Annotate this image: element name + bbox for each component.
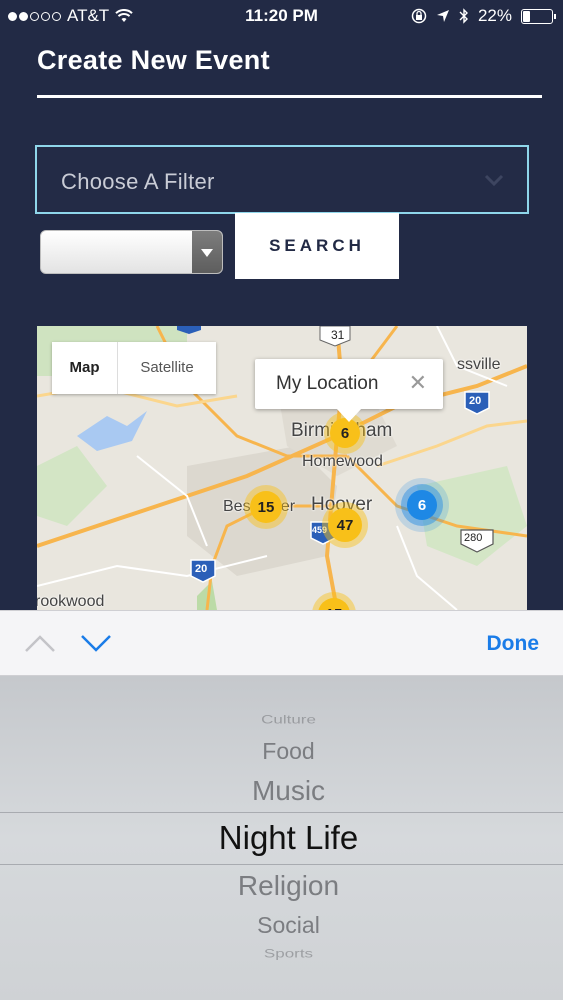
chevron-down-icon[interactable] bbox=[80, 633, 112, 653]
my-location-callout[interactable]: My Location ✕ bbox=[255, 359, 443, 422]
title-divider bbox=[37, 95, 542, 98]
bluetooth-icon bbox=[459, 8, 468, 24]
map-cluster-hoover[interactable]: 47 bbox=[328, 508, 362, 542]
map-label-homewood: Homewood bbox=[302, 453, 383, 470]
callout-title: My Location bbox=[276, 373, 379, 394]
picker-item-sports[interactable]: Sports bbox=[0, 947, 563, 961]
route-31-label: 31 bbox=[331, 328, 345, 342]
map-type-control: Map Satellite bbox=[52, 342, 216, 394]
close-icon[interactable]: ✕ bbox=[409, 370, 427, 396]
picker-selection-bottom-line bbox=[0, 864, 563, 865]
map-cluster-birmingham[interactable]: 6 bbox=[330, 418, 360, 448]
chevron-down-icon bbox=[484, 174, 504, 187]
category-picker[interactable]: Culture Food Music Night Life Religion S… bbox=[0, 676, 563, 1000]
search-button[interactable]: SEARCH bbox=[235, 213, 399, 279]
location-arrow-icon bbox=[436, 10, 449, 22]
filter-placeholder: Choose A Filter bbox=[61, 169, 215, 194]
status-right: 22% bbox=[411, 6, 556, 26]
filter-dropdown[interactable]: Choose A Filter bbox=[35, 145, 529, 214]
picker-item-music[interactable]: Music bbox=[0, 775, 563, 807]
route-459-label: 459 bbox=[312, 525, 328, 535]
select-arrow-icon bbox=[192, 231, 222, 273]
picker-item-selected[interactable]: Night Life bbox=[0, 819, 563, 857]
route-280-label: 280 bbox=[464, 532, 483, 544]
picker-item-religion[interactable]: Religion bbox=[0, 870, 563, 902]
map-label-brookwood: rookwood bbox=[37, 593, 105, 610]
orientation-lock-icon bbox=[411, 8, 427, 24]
map-cluster-blue[interactable]: 6 bbox=[407, 490, 437, 520]
status-bar: AT&T 11:20 PM 22% bbox=[0, 0, 563, 34]
route-20-right-label: 20 bbox=[469, 395, 482, 407]
done-button[interactable]: Done bbox=[487, 632, 540, 656]
map-type-satellite-button[interactable]: Satellite bbox=[118, 342, 216, 394]
picker-item-food[interactable]: Food bbox=[0, 738, 563, 765]
route-20-left-label: 20 bbox=[195, 563, 208, 575]
battery-icon bbox=[521, 8, 556, 24]
page-title: Create New Event bbox=[37, 45, 270, 75]
battery-fill bbox=[523, 10, 530, 22]
keyboard-accessory-bar: Done bbox=[0, 610, 563, 676]
picker-item-social[interactable]: Social bbox=[0, 912, 563, 939]
secondary-select[interactable] bbox=[40, 230, 223, 274]
picker-selection-top-line bbox=[0, 812, 563, 813]
map-view[interactable]: 31 20 20 459 280 Birmingham Homewood Bes… bbox=[37, 326, 527, 610]
battery-percent: 22% bbox=[477, 6, 512, 25]
picker-item-culture[interactable]: Culture bbox=[0, 713, 563, 727]
map-cluster-bessemer[interactable]: 15 bbox=[250, 491, 282, 523]
map-type-map-button[interactable]: Map bbox=[52, 342, 118, 394]
map-label-trussville: ssville bbox=[457, 356, 501, 373]
chevron-up-icon[interactable] bbox=[24, 633, 56, 653]
